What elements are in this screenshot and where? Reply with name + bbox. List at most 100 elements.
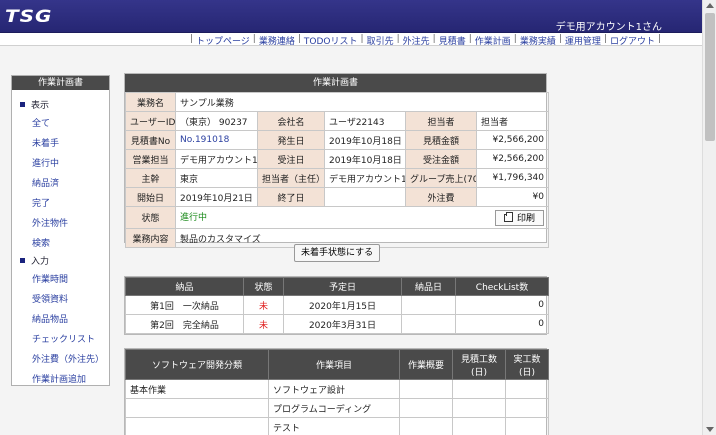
sidebar-item-received-docs[interactable]: 受領資料	[32, 292, 68, 305]
sidebar-item-search[interactable]: 検索	[32, 236, 50, 249]
value-lead: 東京	[175, 168, 258, 188]
nav-top-page[interactable]: トップページ	[196, 34, 250, 47]
label-quote-no: 見積書No	[125, 130, 176, 150]
label-quote-amount: 見積金額	[405, 130, 477, 150]
table-row[interactable]: 第2回 完全納品 未 2020年3月31日 0	[125, 314, 549, 334]
nav-clients[interactable]: 取引先	[367, 34, 394, 47]
delivery-delivered	[401, 314, 456, 334]
label-content: 業務内容	[125, 228, 176, 248]
scroll-up-arrow-icon[interactable]	[706, 3, 714, 8]
nav-work-plan[interactable]: 作業計画	[475, 34, 511, 47]
value-received-date: 2019年10月18日	[324, 149, 406, 169]
col-header-checklist-count: CheckList数	[455, 277, 549, 296]
delivery-table: 納品 状態 予定日 納品日 CheckList数 第1回 一次納品 未 2020…	[125, 277, 549, 334]
top-nav: | トップページ | 業務連絡 | TODOリスト | 取引先 | 外注先 | …	[189, 34, 661, 47]
app-header: TSG デモ用アカウント1さん	[0, 0, 702, 33]
table-row: 業務名 サンプル業務	[125, 92, 549, 112]
delivery-delivered	[401, 295, 456, 315]
sidebar-item-delivery-goods[interactable]: 納品物品	[32, 312, 68, 325]
value-company: ユーザ22143	[324, 111, 406, 131]
sidebar-item-delivered[interactable]: 納品済	[32, 176, 59, 189]
value-sales-rep: デモ用アカウント1	[175, 149, 258, 169]
sidebar-item-not-started[interactable]: 未着手	[32, 136, 59, 149]
delivery-planned: 2020年1月15日	[283, 295, 402, 315]
col-header-planned-date: 予定日	[283, 277, 402, 296]
value-quote-no[interactable]: No.191018	[175, 130, 258, 150]
tsg-logo[interactable]: TSG	[5, 6, 52, 26]
value-person: 担当者	[476, 111, 549, 131]
current-user: デモ用アカウント1さん	[555, 22, 662, 33]
nav-subcontractors[interactable]: 外注先	[403, 34, 430, 47]
vertical-scrollbar[interactable]	[702, 0, 716, 435]
table-row: 見積書No No.191018 発生日 2019年10月18日 見積金額 ¥2,…	[125, 130, 549, 150]
value-start-date: 2019年10月21日	[175, 187, 258, 207]
delivery-status: 未	[243, 314, 284, 334]
quote-no-link[interactable]: No.191018	[180, 135, 229, 145]
col-header-category: ソフトウェア開発分類	[125, 349, 269, 380]
sidebar-item-in-progress[interactable]: 進行中	[32, 156, 59, 169]
table-row[interactable]: 第1回 一次納品 未 2020年1月15日 0	[125, 295, 549, 315]
delivery-status: 未	[243, 295, 284, 315]
col-header-estimated-days: 見積工数(日)	[452, 349, 506, 380]
table-header-row: ソフトウェア開発分類 作業項目 作業概要 見積工数(日) 実工数(日)	[125, 349, 549, 380]
print-button[interactable]: 印刷	[494, 209, 544, 226]
delivery-planned: 2020年3月31日	[283, 314, 402, 334]
label-start-date: 開始日	[125, 187, 176, 207]
value-quote-amount: ¥2,566,200	[476, 130, 549, 150]
sidebar-title: 作業計画書	[12, 76, 109, 90]
label-lead: 主幹	[125, 168, 176, 188]
sidebar-item-add-plan[interactable]: 作業計画追加	[32, 372, 86, 385]
sidebar-item-outsourced[interactable]: 外注物件	[32, 216, 68, 229]
nav-business-results[interactable]: 業務実績	[520, 34, 556, 47]
table-row: ユーザーID （東京） 90237 会社名 ユーザ22143 担当者 担当者	[125, 111, 549, 131]
sidebar-item-all[interactable]: 全て	[32, 116, 50, 129]
software-item: テスト	[268, 417, 400, 435]
nav-business-contact[interactable]: 業務連絡	[259, 34, 295, 47]
delivery-name: 第2回 完全納品	[125, 314, 244, 334]
table-row: テスト	[125, 417, 549, 435]
sidebar-section-input: 入力	[20, 254, 49, 267]
nav-logout[interactable]: ログアウト	[610, 34, 655, 47]
value-person-main: デモ用アカウント1	[324, 168, 406, 188]
delivery-name: 第1回 一次納品	[125, 295, 244, 315]
software-category: 基本作業	[125, 379, 269, 399]
delivery-checklist-count: 0	[455, 295, 549, 315]
sidebar-item-outsourcing-cost[interactable]: 外注費（外注先）	[32, 352, 104, 365]
label-order-amount: 受注金額	[405, 149, 477, 169]
scroll-thumb[interactable]	[705, 13, 715, 141]
nav-todo-list[interactable]: TODOリスト	[304, 34, 358, 47]
sidebar-section-display: 表示	[20, 98, 49, 111]
sidebar-item-completed[interactable]: 完了	[32, 196, 50, 209]
nav-operations[interactable]: 運用管理	[565, 34, 601, 47]
square-bullet-icon	[20, 102, 25, 107]
table-row: 状態 進行中 印刷	[125, 206, 549, 229]
work-plan-table: 業務名 サンプル業務 ユーザーID （東京） 90237 会社名 ユーザ2214…	[125, 92, 549, 248]
label-outsourcing: 外注費	[405, 187, 477, 207]
delivery-table-panel: 納品 状態 予定日 納品日 CheckList数 第1回 一次納品 未 2020…	[124, 276, 549, 335]
col-header-work-summary: 作業概要	[399, 349, 453, 380]
value-end-date	[324, 187, 406, 207]
value-order-date: 2019年10月18日	[324, 130, 406, 150]
table-row: 営業担当 デモ用アカウント1 受注日 2019年10月18日 受注金額 ¥2,5…	[125, 149, 549, 169]
printer-icon	[503, 211, 513, 222]
scroll-down-arrow-icon[interactable]	[706, 427, 714, 432]
col-header-work-item: 作業項目	[268, 349, 400, 380]
label-business-name: 業務名	[125, 92, 176, 112]
label-person-main: 担当者（主任）	[257, 168, 325, 188]
label-user-id: ユーザーID	[125, 111, 176, 131]
label-end-date: 終了日	[257, 187, 325, 207]
sidebar-item-checklist[interactable]: チェックリスト	[32, 332, 95, 345]
software-item: ソフトウェア設計	[268, 379, 400, 399]
sidebar: 作業計画書 表示 全て 未着手 進行中 納品済 完了 外注物件 検索 入力 作業…	[11, 75, 110, 386]
sidebar-item-work-hours[interactable]: 作業時間	[32, 272, 68, 285]
label-received-date: 受注日	[257, 149, 325, 169]
nav-quotes[interactable]: 見積書	[439, 34, 466, 47]
software-table-panel: ソフトウェア開発分類 作業項目 作業概要 見積工数(日) 実工数(日) 基本作業…	[124, 348, 549, 435]
set-not-started-button[interactable]: 未着手状態にする	[294, 244, 381, 262]
status-text: 進行中	[180, 212, 208, 223]
table-row: 基本作業 ソフトウェア設計	[125, 379, 549, 399]
label-sales-rep: 営業担当	[125, 149, 176, 169]
value-group-sales: ¥1,796,340	[476, 168, 549, 188]
work-plan-panel: 作業計画書 業務名 サンプル業務 ユーザーID （東京） 90237 会社名 ユ…	[124, 73, 549, 248]
table-row: 開始日 2019年10月21日 終了日 外注費 ¥0	[125, 187, 549, 207]
